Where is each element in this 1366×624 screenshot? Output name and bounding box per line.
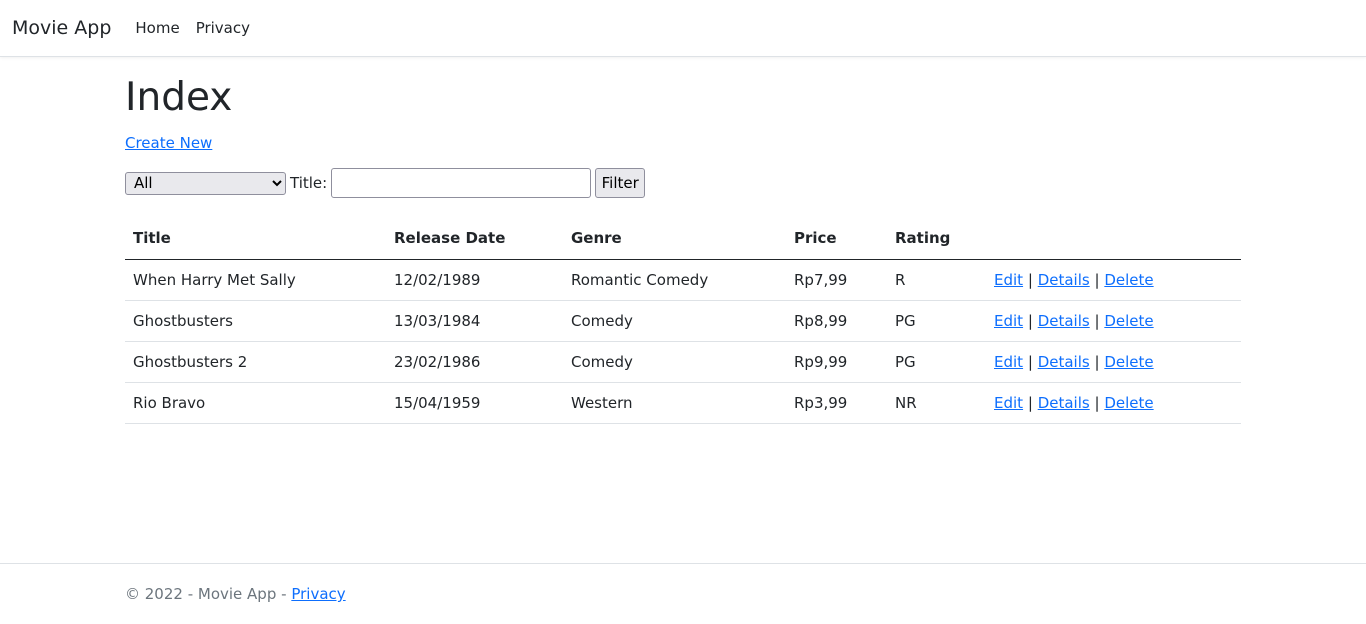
brand-link[interactable]: Movie App <box>12 17 111 39</box>
header-rating: Rating <box>887 218 986 260</box>
action-separator: | <box>1027 352 1033 371</box>
table-row: Ghostbusters 13/03/1984 Comedy Rp8,99 PG Edit… <box>125 300 1241 342</box>
cell-rating: NR <box>887 382 986 424</box>
action-separator: | <box>1094 393 1100 412</box>
cell-rating: R <box>887 259 986 301</box>
title-filter-label: Title: <box>290 174 328 192</box>
nav-link-home[interactable]: Home <box>135 19 179 37</box>
page-title: Index <box>125 75 233 120</box>
table-header-row: Title Release Date Genre Price Rating <box>125 218 1241 260</box>
table-row: Rio Bravo 15/04/1959 Western Rp3,99 NR Edit |… <box>125 382 1241 424</box>
create-new-link[interactable]: Create New <box>125 134 212 152</box>
delete-link[interactable]: Delete <box>1104 271 1153 289</box>
table-row: When Harry Met Sally 12/02/1989 Romantic C… <box>125 259 1241 301</box>
navbar: Movie App Home Privacy <box>0 0 1366 57</box>
title-filter-input[interactable] <box>331 168 592 198</box>
cell-title: Rio Bravo <box>125 382 386 424</box>
details-link[interactable]: Details <box>1038 271 1090 289</box>
cell-price: Rp7,99 <box>786 259 887 301</box>
cell-rating: PG <box>887 300 986 342</box>
table-row: Ghostbusters 2 23/02/1986 Comedy Rp9,99 PG Ed… <box>125 341 1241 383</box>
delete-link[interactable]: Delete <box>1104 312 1153 330</box>
filter-button[interactable]: Filter <box>595 168 646 198</box>
cell-actions: Edit | Details | Delete <box>986 300 1241 342</box>
cell-actions: Edit | Details | Delete <box>986 382 1241 424</box>
action-separator: | <box>1094 311 1100 330</box>
edit-link[interactable]: Edit <box>994 271 1023 289</box>
footer-privacy-link[interactable]: Privacy <box>291 585 345 603</box>
nav-link-privacy[interactable]: Privacy <box>196 19 250 37</box>
cell-price: Rp9,99 <box>786 341 887 383</box>
cell-actions: Edit | Details | Delete <box>986 259 1241 301</box>
main-content: Index Create New All Title: Filter Title… <box>125 57 1241 424</box>
delete-link[interactable]: Delete <box>1104 353 1153 371</box>
cell-genre: Romantic Comedy <box>563 259 786 301</box>
cell-genre: Comedy <box>563 341 786 383</box>
cell-price: Rp8,99 <box>786 300 887 342</box>
header-title: Title <box>125 218 386 260</box>
cell-release-date: 12/02/1989 <box>386 259 563 301</box>
genre-select[interactable]: All <box>125 171 286 195</box>
action-separator: | <box>1094 270 1100 289</box>
cell-genre: Western <box>563 382 786 424</box>
action-separator: | <box>1027 270 1033 289</box>
header-genre: Genre <box>563 218 786 260</box>
cell-title: Ghostbusters <box>125 300 386 342</box>
action-separator: | <box>1027 311 1033 330</box>
edit-link[interactable]: Edit <box>994 394 1023 412</box>
filter-form: All Title: Filter <box>125 168 1241 198</box>
movies-table: Title Release Date Genre Price Rating Wh… <box>125 218 1241 424</box>
cell-title: When Harry Met Sally <box>125 259 386 301</box>
header-price: Price <box>786 218 887 260</box>
delete-link[interactable]: Delete <box>1104 394 1153 412</box>
cell-genre: Comedy <box>563 300 786 342</box>
header-actions <box>986 218 1241 260</box>
cell-release-date: 15/04/1959 <box>386 382 563 424</box>
header-release-date: Release Date <box>386 218 563 260</box>
action-separator: | <box>1027 393 1033 412</box>
cell-title: Ghostbusters 2 <box>125 341 386 383</box>
details-link[interactable]: Details <box>1038 353 1090 371</box>
cell-price: Rp3,99 <box>786 382 887 424</box>
details-link[interactable]: Details <box>1038 394 1090 412</box>
details-link[interactable]: Details <box>1038 312 1090 330</box>
cell-actions: Edit | Details | Delete <box>986 341 1241 383</box>
cell-release-date: 23/02/1986 <box>386 341 563 383</box>
action-separator: | <box>1094 352 1100 371</box>
footer: © 2022 - Movie App - Privacy <box>0 563 1366 624</box>
edit-link[interactable]: Edit <box>994 312 1023 330</box>
edit-link[interactable]: Edit <box>994 353 1023 371</box>
cell-rating: PG <box>887 341 986 383</box>
cell-release-date: 13/03/1984 <box>386 300 563 342</box>
footer-copyright: © 2022 - Movie App - <box>125 585 287 603</box>
